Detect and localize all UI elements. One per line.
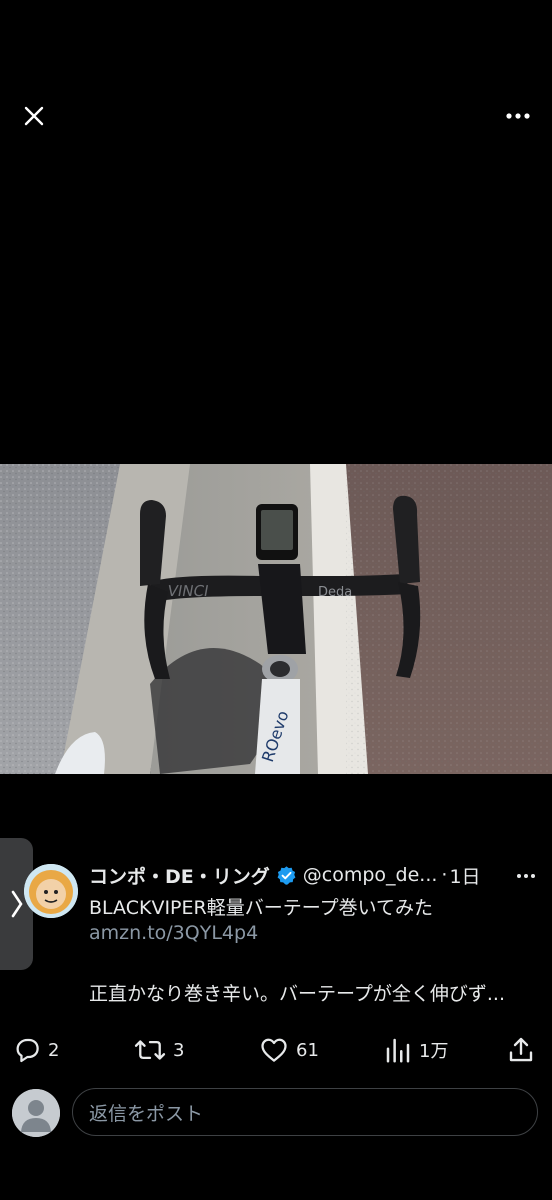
handlebar-photo-image: VINCI Deda ROevo: [0, 464, 552, 774]
tweet-header: コンポ・DE・リング @compo_de... · 1日: [89, 861, 509, 889]
author-handle[interactable]: @compo_de...: [303, 864, 438, 886]
share-icon: [509, 1037, 533, 1062]
more-horizontal-icon: [506, 113, 530, 119]
heart-icon: [261, 1038, 287, 1062]
like-count: 61: [296, 1039, 319, 1061]
current-user-avatar[interactable]: [12, 1089, 60, 1137]
analytics-icon: [386, 1038, 410, 1063]
reply-input[interactable]: 返信をポスト: [72, 1088, 538, 1136]
brand-mark-deda: Deda: [318, 585, 352, 600]
reply-count: 2: [48, 1039, 60, 1061]
tweet-more-button[interactable]: [512, 862, 540, 890]
default-avatar-icon: [12, 1089, 60, 1137]
brand-mark-vinci: VINCI: [166, 582, 210, 600]
verified-badge-icon: [276, 865, 297, 886]
views-count: 1万: [419, 1041, 449, 1062]
retweet-count: 3: [173, 1039, 185, 1061]
reply-placeholder: 返信をポスト: [89, 1102, 204, 1125]
reply-icon: [16, 1038, 39, 1063]
separator-dot: ·: [441, 864, 448, 886]
author-avatar[interactable]: [24, 864, 78, 918]
reply-button[interactable]: 2: [12, 1032, 59, 1068]
views-button[interactable]: 1万: [383, 1032, 448, 1068]
more-horizontal-icon: [517, 874, 535, 878]
author-name[interactable]: コンポ・DE・リング: [89, 862, 270, 889]
action-bar: 2 3 61 1万: [0, 1032, 552, 1068]
retweet-icon: [134, 1040, 166, 1060]
close-icon: [24, 106, 44, 126]
tweet-link[interactable]: amzn.to/3QYL4p4: [89, 922, 258, 944]
tweet-text-line: 正直かなり巻き辛い。バーテープが全く伸びず...: [89, 983, 505, 1005]
retweet-button[interactable]: 3: [133, 1032, 184, 1068]
like-button[interactable]: 61: [258, 1032, 319, 1068]
avatar-image: [24, 864, 78, 918]
chevron-right-icon: [11, 890, 23, 918]
more-options-button[interactable]: [498, 96, 538, 136]
close-button[interactable]: [14, 96, 54, 136]
tweet-photo[interactable]: VINCI Deda ROevo: [0, 464, 552, 774]
post-time[interactable]: 1日: [449, 862, 480, 889]
share-button[interactable]: [506, 1032, 536, 1068]
tweet-text-line: BLACKVIPER軽量バーテープ巻いてみた: [89, 897, 434, 919]
